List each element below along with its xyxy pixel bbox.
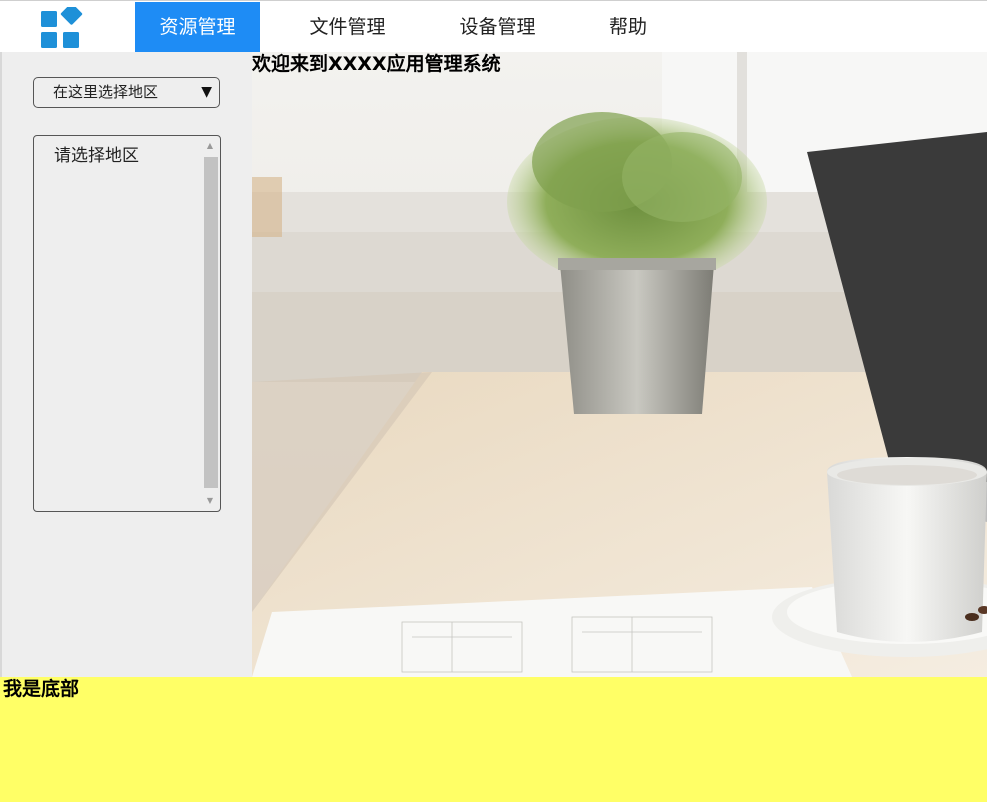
background-photo — [252, 52, 987, 677]
sidebar: 在这里选择地区 ▼ 请选择地区 ▲ ▼ — [0, 52, 252, 677]
scroll-down-arrow-icon[interactable]: ▼ — [202, 494, 218, 508]
scroll-up-arrow-icon[interactable]: ▲ — [202, 139, 218, 153]
scroll-thumb[interactable] — [204, 157, 218, 488]
list-item[interactable]: 请选择地区 — [54, 141, 139, 166]
app-grid-icon[interactable] — [41, 7, 83, 49]
region-list-scrollbar[interactable]: ▲ ▼ — [202, 139, 218, 508]
nav-tab-device-management[interactable]: 设备管理 — [435, 2, 560, 53]
region-dropdown[interactable]: 在这里选择地区 ▼ — [33, 77, 220, 108]
app-window: 资源管理 文件管理 设备管理 帮助 在这里选择地区 ▼ 请选择地区 ▲ ▼ 欢迎… — [0, 0, 987, 802]
nav-tab-file-management[interactable]: 文件管理 — [285, 2, 410, 53]
region-dropdown-value: 在这里选择地区 — [53, 83, 159, 101]
nav-tab-resource-management[interactable]: 资源管理 — [135, 2, 260, 53]
nav-tab-help[interactable]: 帮助 — [585, 2, 671, 53]
welcome-heading: 欢迎来到XXXX应用管理系统 — [252, 53, 501, 75]
triangle-down-icon: ▼ — [201, 84, 212, 100]
footer: 我是底部 — [0, 677, 987, 802]
footer-text: 我是底部 — [3, 678, 80, 700]
top-nav-bar: 资源管理 文件管理 设备管理 帮助 — [0, 0, 987, 53]
region-listbox[interactable]: 请选择地区 ▲ ▼ — [33, 135, 221, 512]
main-content: 欢迎来到XXXX应用管理系统 — [252, 52, 987, 677]
